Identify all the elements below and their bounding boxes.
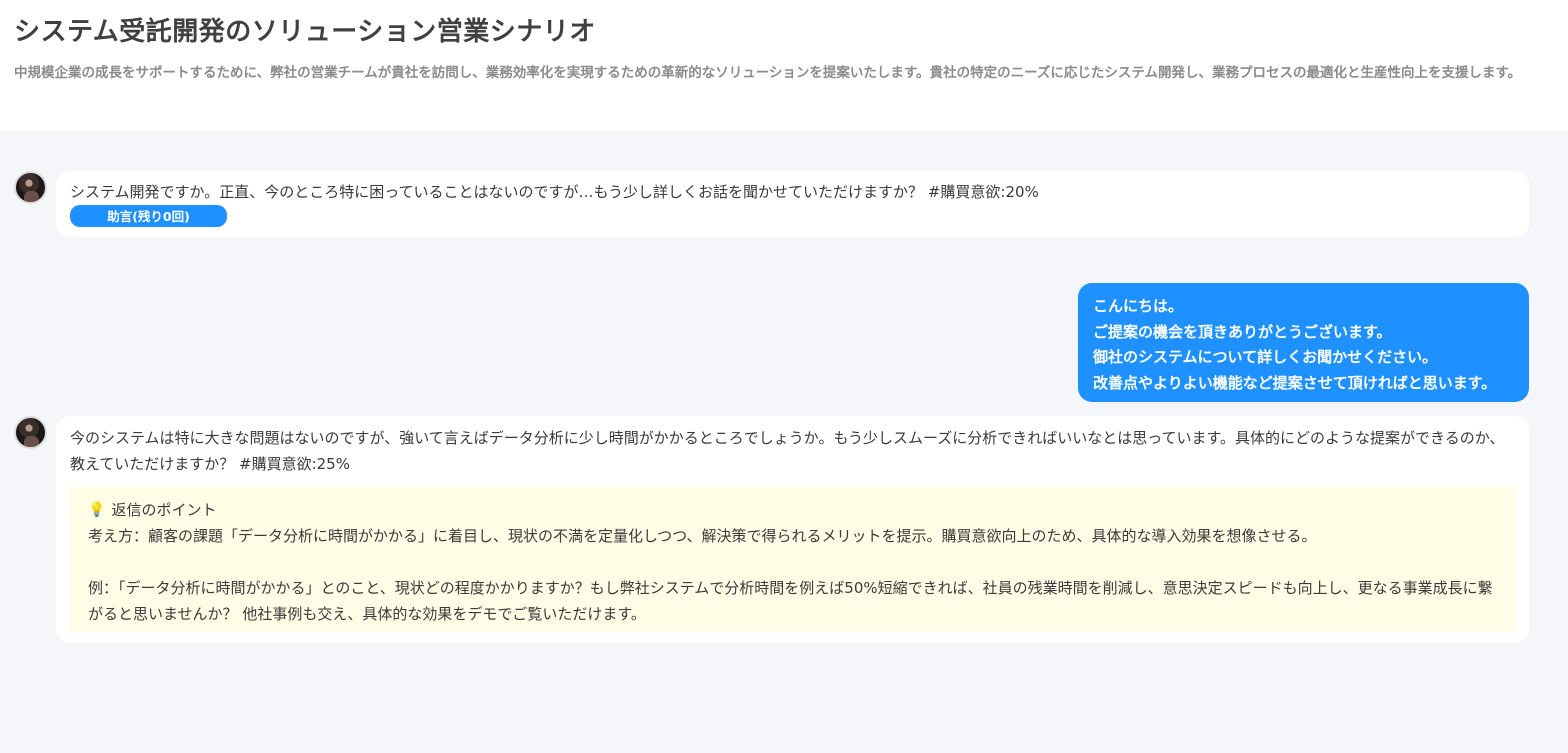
user-message-line: こんにちは。 bbox=[1093, 297, 1184, 315]
advice-button[interactable]: 助言(残り0回) bbox=[70, 205, 227, 227]
customer-message-text: システム開発ですか。正直、今のところ特に困っていることはないのですが…もう少し詳… bbox=[70, 183, 1039, 201]
lightbulb-icon: 💡 bbox=[88, 502, 106, 518]
customer-avatar bbox=[14, 171, 47, 204]
customer-message-text: 今のシステムは特に大きな問題はないのですが、強いて言えばデータ分析に少し時間がか… bbox=[70, 429, 1505, 473]
hint-header: 💡 返信のポイント bbox=[88, 497, 1497, 523]
user-message-line: ご提案の機会を頂きありがとうございます。 bbox=[1093, 322, 1392, 341]
hint-example: 例：「データ分析に時間がかかる」とのこと、現状どの程度かかりますか？もし弊社シス… bbox=[88, 579, 1493, 623]
user-message-line: 改善点やよりよい機能など提案させて頂ければと思います。 bbox=[1093, 373, 1497, 392]
page-header: システム受託開発のソリューション営業シナリオ 中規模企業の成長をサポートするため… bbox=[0, 0, 1568, 131]
hint-approach: 考え方：顧客の課題「データ分析に時間がかかる」に着目し、現状の不満を定量化しつつ… bbox=[88, 527, 1317, 545]
user-message: こんにちは。 ご提案の機会を頂きありがとうございます。 御社のシステムについて詳… bbox=[1078, 283, 1529, 402]
page-title: システム受託開発のソリューション営業シナリオ bbox=[14, 17, 596, 47]
page-description: 中規模企業の成長をサポートするために、弊社の営業チームが貴社を訪問し、業務効率化… bbox=[14, 65, 1522, 81]
customer-message: システム開発ですか。正直、今のところ特に困っていることはないのですが…もう少し詳… bbox=[56, 171, 1529, 237]
customer-avatar bbox=[14, 416, 47, 449]
hint-title: 返信のポイント bbox=[111, 501, 217, 519]
user-message-line: 御社のシステムについて詳しくお聞かせください。 bbox=[1093, 348, 1438, 366]
reply-hint-box: 💡 返信のポイント 考え方：顧客の課題「データ分析に時間がかかる」に着目し、現状… bbox=[70, 487, 1515, 632]
